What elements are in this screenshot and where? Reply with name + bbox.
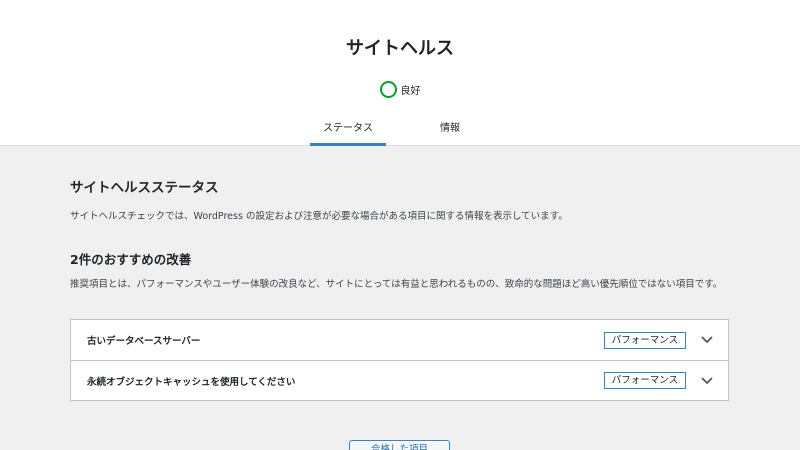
performance-badge: パフォーマンス — [603, 331, 686, 349]
recommendations-title: 2件のおすすめの改善 — [70, 252, 192, 267]
tab-info[interactable]: 情報 — [420, 112, 480, 146]
tab-status-label: ステータス — [323, 123, 373, 134]
page-header: サイトヘルス 良好 ステータス 情報 — [0, 0, 800, 146]
tab-bar: ステータス 情報 — [0, 112, 800, 146]
recommendations-accordion: 古いデータベースサーバー パフォーマンス 永続オブジェクトキャッシュを使用してく… — [70, 319, 729, 401]
status-circle-icon — [379, 81, 397, 98]
passed-tests-button[interactable]: 合格した項目 — [349, 440, 450, 450]
accordion-item-title: 古いデータベースサーバー — [87, 336, 201, 347]
site-health-status: 良好 — [0, 81, 800, 98]
active-tab-indicator — [310, 143, 386, 146]
page-title: サイトヘルス — [346, 38, 454, 59]
accordion-item-old-database[interactable]: 古いデータベースサーバー パフォーマンス — [71, 320, 728, 360]
tab-info-label: 情報 — [440, 123, 460, 134]
chevron-down-icon[interactable] — [700, 333, 714, 347]
performance-badge: パフォーマンス — [603, 372, 686, 389]
status-text: 良好 — [400, 86, 421, 97]
accordion-item-object-cache[interactable]: 永続オブジェクトキャッシュを使用してください パフォーマンス — [71, 360, 728, 400]
recommendations-description: 推奨項目とは、パフォーマンスやユーザー体験の改良など、サイトにとっては有益と思わ… — [70, 279, 723, 290]
accordion-item-title: 永続オブジェクトキャッシュを使用してください — [87, 376, 296, 388]
tab-status[interactable]: ステータス — [310, 112, 386, 146]
chevron-down-icon[interactable] — [700, 374, 714, 388]
section-description: サイトヘルスチェックでは、WordPress の設定および注意が必要な場合がある… — [70, 211, 568, 222]
section-title: サイトヘルスステータス — [70, 180, 219, 196]
